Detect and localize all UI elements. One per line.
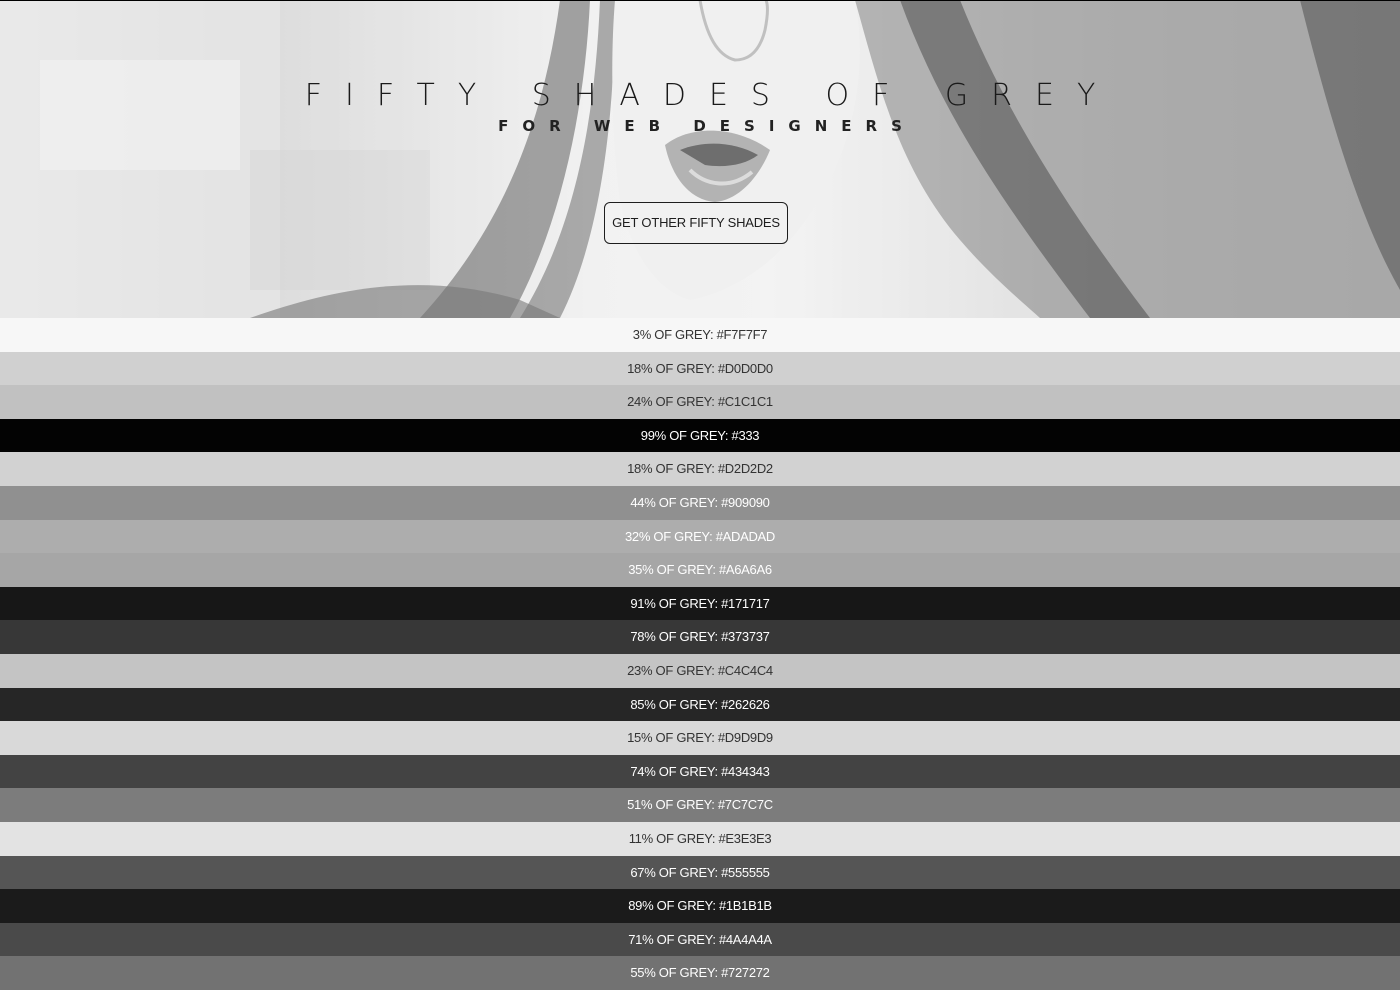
shade-stripe[interactable]: 51% OF GREY: #7C7C7C — [0, 788, 1400, 822]
page-title: FIFTY SHADES OF GREY — [304, 78, 1119, 113]
shade-stripe[interactable]: 71% OF GREY: #4A4A4A — [0, 922, 1400, 957]
shade-stripe[interactable]: 3% OF GREY: #F7F7F7 — [0, 318, 1400, 352]
shade-stripe[interactable]: 74% OF GREY: #434343 — [0, 754, 1400, 789]
shade-stripe[interactable]: 35% OF GREY: #A6A6A6 — [0, 553, 1400, 587]
shade-stripe[interactable]: 18% OF GREY: #D2D2D2 — [0, 452, 1400, 486]
get-other-shades-button[interactable]: GET OTHER FIFTY SHADES — [604, 202, 788, 244]
shade-stripe[interactable]: 78% OF GREY: #373737 — [0, 620, 1400, 654]
shade-stripe[interactable]: 89% OF GREY: #1B1B1B — [0, 889, 1400, 923]
shade-stripe[interactable]: 85% OF GREY: #262626 — [0, 687, 1400, 722]
shade-stripe[interactable]: 32% OF GREY: #ADADAD — [0, 519, 1400, 554]
hero-background-photo — [0, 0, 1400, 318]
page: FIFTY SHADES OF GREY FOR WEB DESIGNERS G… — [0, 0, 1400, 990]
shade-stripe[interactable]: 67% OF GREY: #555555 — [0, 855, 1400, 890]
shades-list: 3% OF GREY: #F7F7F7 18% OF GREY: #D0D0D0 2… — [0, 318, 1400, 990]
shade-stripe[interactable]: 23% OF GREY: #C4C4C4 — [0, 653, 1400, 688]
shade-stripe[interactable]: 15% OF GREY: #D9D9D9 — [0, 721, 1400, 755]
shade-stripe[interactable]: 55% OF GREY: #727272 — [0, 956, 1400, 990]
shade-stripe[interactable]: 18% OF GREY: #D0D0D0 — [0, 351, 1400, 386]
shade-stripe[interactable]: 91% OF GREY: #171717 — [0, 586, 1400, 621]
shade-stripe[interactable]: 24% OF GREY: #C1C1C1 — [0, 385, 1400, 419]
top-border — [0, 0, 1400, 1]
shade-stripe[interactable]: 44% OF GREY: #909090 — [0, 485, 1400, 520]
hero-banner: FIFTY SHADES OF GREY FOR WEB DESIGNERS G… — [0, 0, 1400, 318]
shade-stripe[interactable]: 11% OF GREY: #E3E3E3 — [0, 821, 1400, 856]
page-subtitle: FOR WEB DESIGNERS — [498, 117, 916, 135]
shade-stripe[interactable]: 99% OF GREY: #333 — [0, 418, 1400, 453]
